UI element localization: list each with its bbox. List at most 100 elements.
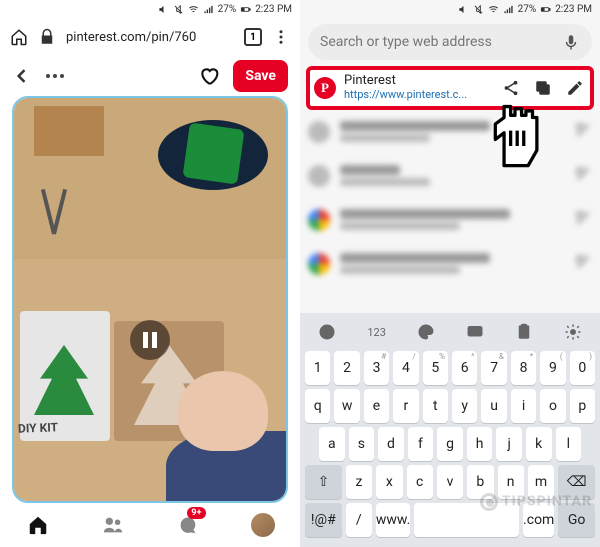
insert-arrow-icon[interactable] [574, 209, 592, 227]
toolbar-123[interactable]: 123 [367, 326, 386, 339]
key-shift[interactable]: ⇧ [305, 465, 342, 499]
key-j[interactable]: j [496, 427, 522, 461]
key-c[interactable]: c [407, 465, 433, 499]
key-p[interactable]: p [570, 389, 595, 423]
battery-icon [540, 4, 551, 15]
suggestion-blurred[interactable] [308, 202, 592, 238]
emoji-icon[interactable] [318, 323, 336, 341]
key-a[interactable]: a [319, 427, 345, 461]
key-4[interactable]: 4/ [393, 351, 418, 385]
sound-icon [458, 4, 469, 15]
key-slash[interactable]: / [346, 503, 372, 537]
suggestion-title: Pinterest [344, 74, 494, 89]
key-w[interactable]: w [334, 389, 359, 423]
watermark: TIPSPINTAR [480, 493, 592, 511]
gear-icon[interactable] [564, 323, 582, 341]
key-l[interactable]: l [556, 427, 582, 461]
browser-omnibox: pinterest.com/pin/760 1 [0, 18, 300, 56]
menu-dots-icon[interactable] [272, 28, 290, 46]
suggestion-blurred[interactable] [308, 246, 592, 282]
kit-text: DIY KIT [18, 420, 58, 435]
key-3[interactable]: 3# [364, 351, 389, 385]
key-u[interactable]: u [481, 389, 506, 423]
key-symbols[interactable]: !@# [305, 503, 342, 537]
clipboard-icon[interactable] [515, 323, 533, 341]
time-label: 2:23 PM [555, 4, 592, 15]
edit-icon[interactable] [566, 79, 584, 97]
wifi-icon [188, 4, 199, 15]
chat-icon[interactable] [466, 323, 484, 341]
sound-icon [158, 4, 169, 15]
key-h[interactable]: h [467, 427, 493, 461]
palette-icon[interactable] [417, 323, 435, 341]
key-k[interactable]: k [526, 427, 552, 461]
key-5[interactable]: 5% [423, 351, 448, 385]
insert-arrow-icon[interactable] [574, 253, 592, 271]
tab-switcher[interactable]: 1 [244, 28, 262, 46]
suggestion-pinterest[interactable]: P Pinterest https://www.pinterest.c... [306, 66, 594, 110]
battery-label: 27% [518, 4, 537, 15]
back-icon[interactable] [12, 66, 32, 86]
save-button[interactable]: Save [233, 60, 288, 92]
key-g[interactable]: g [437, 427, 463, 461]
share-icon[interactable] [502, 79, 520, 97]
mute-icon [173, 4, 184, 15]
pin-header: Save [0, 56, 300, 96]
suggestion-blurred[interactable] [308, 158, 592, 194]
bottom-nav: 9+ [0, 503, 300, 547]
time-label: 2:23 PM [255, 4, 292, 15]
nav-notifications[interactable]: 9+ [168, 505, 208, 545]
nav-following[interactable] [93, 505, 133, 545]
insert-arrow-icon[interactable] [574, 165, 592, 183]
key-x[interactable]: x [376, 465, 402, 499]
soft-keyboard: 123 123#4/5%6^7&8*9(0) qwertyuiop asdfgh… [300, 313, 600, 547]
key-9[interactable]: 9( [540, 351, 565, 385]
signal-icon [503, 4, 514, 15]
key-www[interactable]: www. [376, 503, 410, 537]
key-8[interactable]: 8* [511, 351, 536, 385]
copy-icon[interactable] [534, 79, 552, 97]
address-search-bar[interactable] [308, 24, 592, 60]
key-v[interactable]: v [437, 465, 463, 499]
signal-icon [203, 4, 214, 15]
key-6[interactable]: 6^ [452, 351, 477, 385]
key-f[interactable]: f [408, 427, 434, 461]
mic-icon[interactable] [562, 33, 580, 51]
key-t[interactable]: t [423, 389, 448, 423]
key-y[interactable]: y [452, 389, 477, 423]
nav-home[interactable] [18, 505, 58, 545]
home-icon[interactable] [10, 28, 28, 46]
key-i[interactable]: i [511, 389, 536, 423]
key-2[interactable]: 2 [334, 351, 359, 385]
key-7[interactable]: 7& [481, 351, 506, 385]
status-bar: 27% 2:23 PM [0, 0, 300, 18]
left-phone-screen: 27% 2:23 PM pinterest.com/pin/760 1 Save… [0, 0, 300, 547]
notification-badge: 9+ [187, 507, 205, 519]
key-0[interactable]: 0) [570, 351, 595, 385]
url-text[interactable]: pinterest.com/pin/760 [66, 30, 234, 45]
suggestion-url: https://www.pinterest.c... [344, 89, 494, 102]
mute-icon [473, 4, 484, 15]
key-z[interactable]: z [346, 465, 372, 499]
key-q[interactable]: q [305, 389, 330, 423]
key-d[interactable]: d [378, 427, 404, 461]
keyboard-toolbar: 123 [303, 317, 597, 347]
key-1[interactable]: 1 [305, 351, 330, 385]
insert-arrow-icon[interactable] [574, 121, 592, 139]
search-input[interactable] [320, 34, 562, 50]
key-e[interactable]: e [364, 389, 389, 423]
pinterest-icon: P [314, 77, 336, 99]
pause-button[interactable] [130, 320, 170, 360]
more-options-icon[interactable] [46, 74, 64, 78]
battery-icon [240, 4, 251, 15]
key-r[interactable]: r [393, 389, 418, 423]
pin-media[interactable]: DIY KIT [12, 96, 288, 503]
nav-profile[interactable] [243, 505, 283, 545]
wifi-icon [488, 4, 499, 15]
suggestion-blurred[interactable] [308, 114, 592, 150]
key-o[interactable]: o [540, 389, 565, 423]
lock-icon [38, 28, 56, 46]
heart-icon[interactable] [199, 66, 219, 86]
key-s[interactable]: s [349, 427, 375, 461]
right-phone-screen: 27% 2:23 PM P Pinterest https://www.pint… [300, 0, 600, 547]
